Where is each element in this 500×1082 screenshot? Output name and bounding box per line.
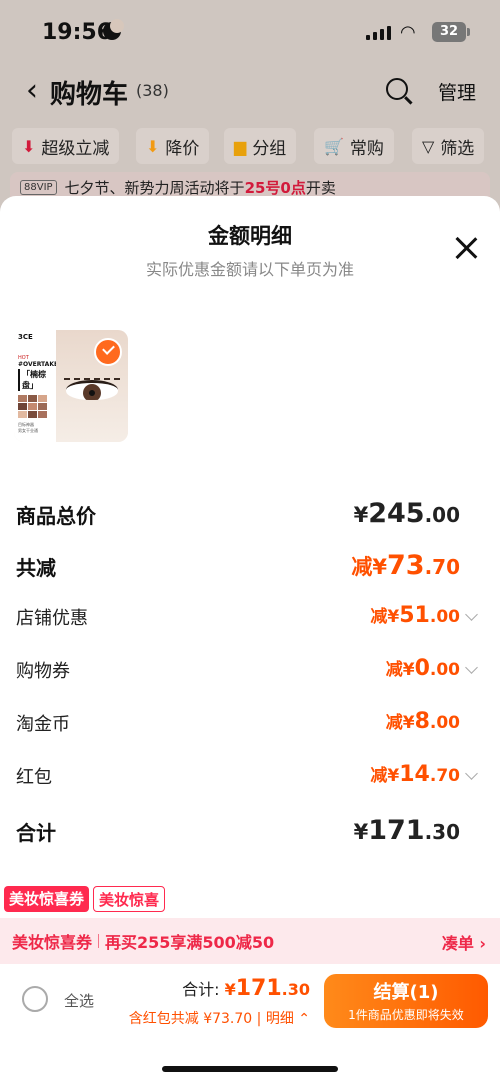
row-label: 淘金币	[16, 714, 70, 735]
moon-icon	[103, 19, 124, 40]
wifi-icon: ◠	[400, 22, 416, 43]
back-icon[interactable]: ‹	[26, 76, 38, 106]
filter-super-discount[interactable]: ⬇ 超级立减	[12, 128, 120, 164]
filter-label: 降价	[165, 138, 200, 159]
chevron-down-icon[interactable]	[465, 767, 478, 780]
nav-header: ‹ 购物车 (38) 管理	[0, 64, 500, 120]
close-icon[interactable]	[454, 236, 478, 260]
brand-logo: 3CE	[18, 333, 33, 341]
swatch	[18, 411, 27, 418]
row-voucher[interactable]: 购物券 减¥0.00	[0, 651, 500, 691]
total-price-value: ¥245.00	[353, 498, 460, 529]
filter-bar: ⬇ 超级立减 ⬇ 降价 ▆ 分组 🛒 常购 ▽ 筛选	[0, 124, 500, 168]
product-small-text: 目标神器 男女干业通	[18, 422, 38, 433]
signal-icon	[366, 26, 392, 40]
filter-label: 超级立减	[41, 138, 110, 159]
red-packet-value: 减¥14.70	[370, 762, 460, 787]
select-all-checkbox[interactable]	[22, 986, 48, 1012]
filter-label: 分组	[252, 138, 287, 159]
row-total-saved: 共减 减¥73.70	[0, 546, 500, 586]
filter-button[interactable]: ▽ 筛选	[412, 128, 485, 164]
notice-text: 七夕节、新势力周活动将于25号0点开卖	[64, 178, 336, 197]
battery-icon: 32	[432, 22, 470, 42]
row-label: 店铺优惠	[16, 608, 88, 629]
product-line: #OVERTAKE	[18, 361, 59, 368]
iris-graphic	[83, 384, 101, 400]
product-packaging: 3CE HOT #OVERTAKE 「楠棕盘」 目标神器 男女干业通	[14, 330, 59, 442]
swatch	[28, 411, 37, 418]
filter-price-drop[interactable]: ⬇ 降价	[136, 128, 210, 164]
filter-label: 常购	[349, 138, 384, 159]
sheet-subtitle: 实际优惠金额请以下单页为准	[145, 260, 354, 279]
row-total-price: 商品总价 ¥245.00	[0, 494, 500, 534]
row-shop-discount[interactable]: 店铺优惠 减¥51.00	[0, 598, 500, 638]
down-arrow-red-icon: ⬇	[22, 136, 36, 156]
status-time: 19:56	[42, 20, 113, 45]
checkout-subtitle: 1件商品优惠即将失效	[348, 1008, 464, 1022]
lashes-graphic	[64, 370, 120, 380]
shop-discount-value: 减¥51.00	[370, 603, 460, 628]
filter-frequent[interactable]: 🛒 常购	[314, 128, 394, 164]
search-icon[interactable]	[386, 78, 408, 100]
palette-swatches	[18, 395, 52, 418]
row-label: 合计	[16, 821, 56, 845]
row-label: 共减	[16, 556, 56, 580]
chevron-down-icon[interactable]	[465, 661, 478, 674]
swatch	[18, 403, 27, 410]
checkout-label: 结算(1)	[373, 982, 439, 1003]
cart-icon: 🛒	[324, 136, 344, 156]
row-sum: 合计 ¥171.30	[0, 811, 500, 851]
folder-icon: ▆	[234, 136, 247, 156]
filter-label: 筛选	[440, 138, 475, 159]
row-label: 商品总价	[16, 504, 96, 528]
manage-button[interactable]: 管理	[438, 78, 476, 105]
total-line: 合计: ¥171.30	[182, 976, 310, 1001]
home-indicator	[162, 1066, 338, 1072]
swatch	[28, 403, 37, 410]
chevron-down-icon[interactable]	[465, 608, 478, 621]
row-red-packet[interactable]: 红包 减¥14.70	[0, 757, 500, 797]
swatch	[18, 395, 27, 402]
total-saved-value: 减¥73.70	[351, 550, 460, 581]
cart-count: (38)	[136, 81, 169, 100]
product-thumbnail[interactable]: 3CE HOT #OVERTAKE 「楠棕盘」 目标神器 男女干业通	[14, 330, 128, 442]
status-bar: 19:56 ◠ 32	[0, 0, 500, 64]
filter-icon: ▽	[422, 136, 435, 156]
eye-graphic	[66, 380, 118, 400]
discount-detail-toggle[interactable]: 含红包共减 ¥73.70 | 明细 ⌃	[129, 1008, 310, 1028]
check-icon[interactable]	[94, 338, 122, 366]
vip-badge: 88VIP	[20, 179, 57, 195]
amount-detail-sheet: 金额明细 实际优惠金额请以下单页为准 3CE HOT #OVERTAKE 「楠棕…	[0, 196, 500, 1082]
voucher-value: 减¥0.00	[385, 656, 460, 681]
checkout-bar: 全选 合计: ¥171.30 含红包共减 ¥73.70 | 明细 ⌃ 结算(1)…	[0, 964, 500, 1082]
divider	[98, 934, 100, 948]
coupon-tag: 美妆惊喜	[93, 886, 166, 912]
checkout-button[interactable]: 结算(1) 1件商品优惠即将失效	[324, 974, 488, 1028]
swatch	[38, 395, 47, 402]
promo-text: 再买255享满500减50	[105, 933, 275, 952]
coupon-tag: 美妆惊喜券	[4, 886, 90, 912]
row-label: 红包	[16, 767, 52, 788]
select-all-label[interactable]: 全选	[64, 990, 94, 1011]
row-label: 购物券	[16, 661, 70, 682]
swatch	[38, 411, 47, 418]
promo-name: 美妆惊喜券	[12, 933, 93, 952]
taojinbi-value: 减¥8.00	[385, 709, 460, 734]
page-title: 购物车	[50, 80, 129, 110]
coupon-tags: 美妆惊喜券 美妆惊喜	[4, 886, 166, 912]
row-taojinbi: 淘金币 减¥8.00	[0, 704, 500, 744]
down-arrow-orange-icon: ⬇	[146, 136, 160, 156]
add-items-link[interactable]: 凑单 ›	[442, 930, 486, 954]
filter-group[interactable]: ▆ 分组	[224, 128, 297, 164]
sheet-title: 金额明细	[208, 224, 292, 248]
promo-bar[interactable]: 美妆惊喜券 再买255享满500减50 凑单 ›	[0, 918, 500, 964]
swatch	[28, 395, 37, 402]
swatch	[38, 403, 47, 410]
product-name: 「楠棕盘」	[18, 369, 52, 391]
sum-value: ¥171.30	[353, 815, 460, 846]
